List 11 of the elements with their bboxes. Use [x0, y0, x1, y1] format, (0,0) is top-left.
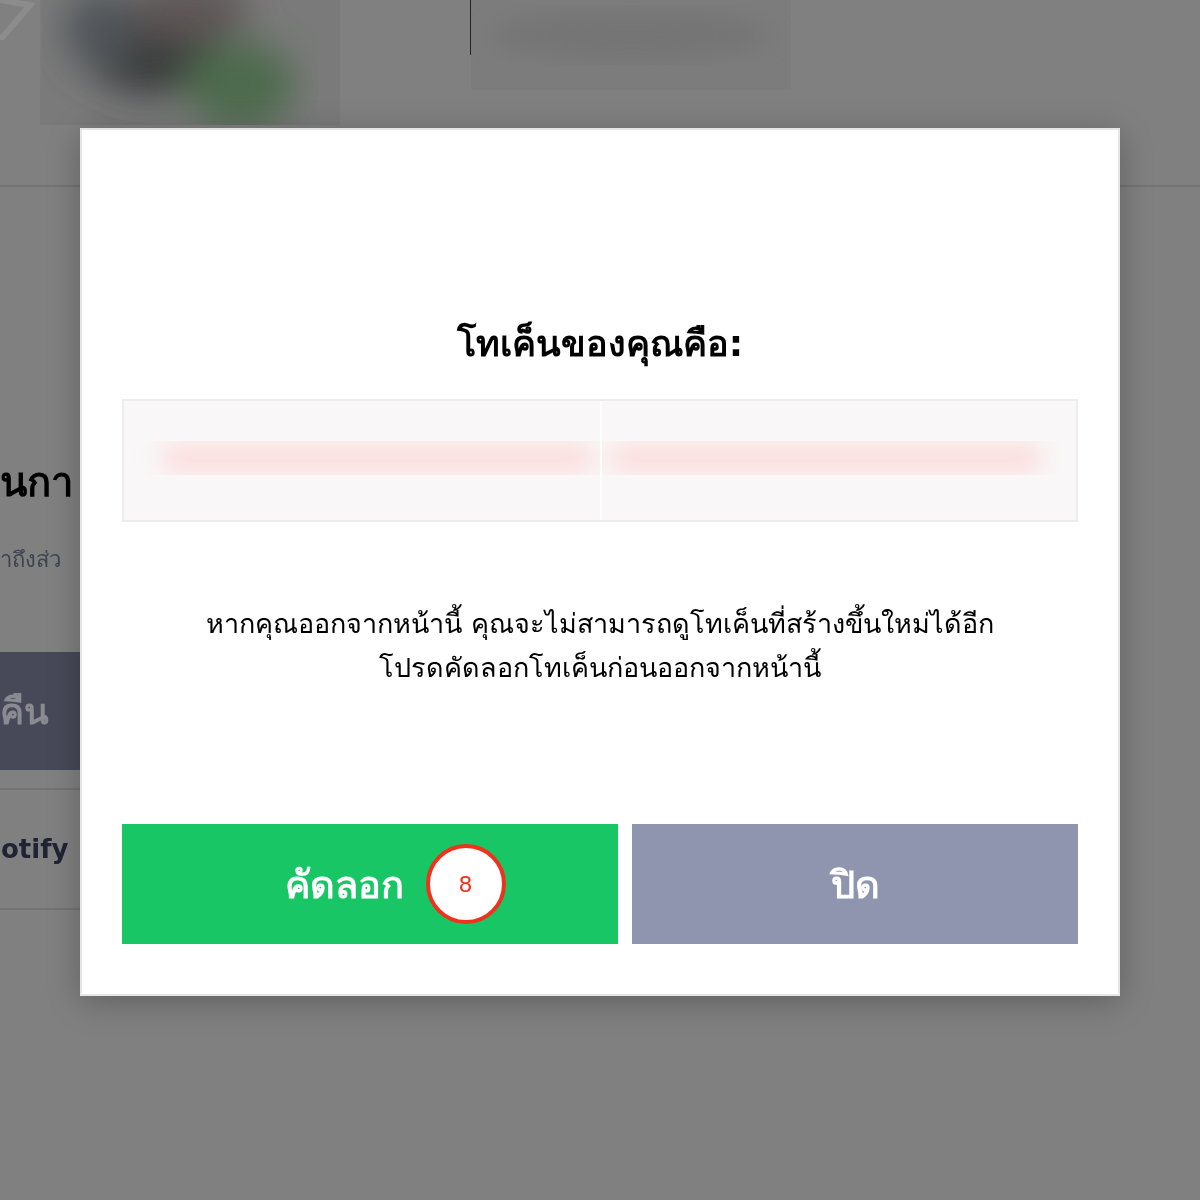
- page-button[interactable]: คืน: [0, 652, 80, 770]
- page-heading: นกา: [0, 462, 74, 502]
- close-button[interactable]: ปิด: [632, 824, 1078, 945]
- page-subtitle: าถึงส่ว: [0, 546, 62, 574]
- step-badge: 8: [425, 844, 506, 925]
- dialog-title: โทเค็นของคุณคือ:: [456, 322, 744, 366]
- list-item-label: otify: [1, 834, 69, 864]
- warning-text: หากคุณออกจากหน้านี้ คุณจะไม่สามารถดูโทเค็นที่สร้างขึ้นใหม่ได้อีก: [206, 604, 994, 645]
- copy-button[interactable]: คัดลอก 8: [122, 824, 618, 945]
- token-field[interactable]: [122, 399, 1078, 523]
- warning-text: โปรดคัดลอกโทเค็นก่อนออกจากหน้านี้: [379, 648, 821, 689]
